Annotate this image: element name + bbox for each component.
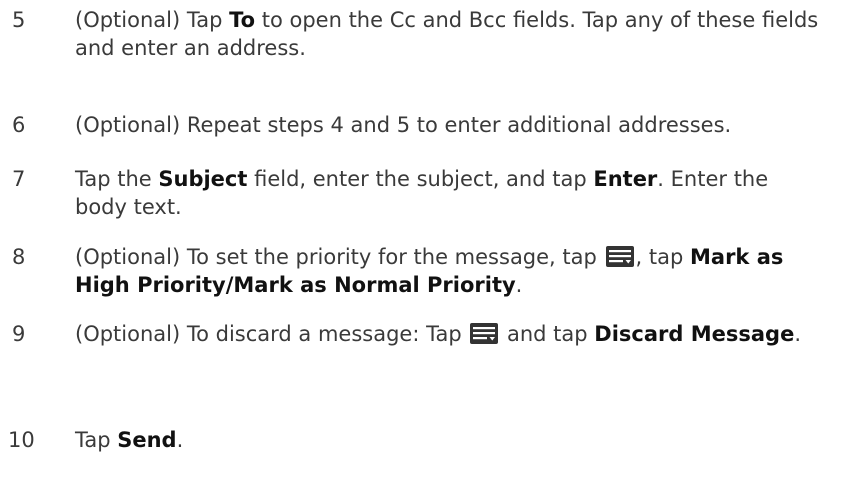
step-text: (Optional) Repeat steps 4 and 5 to enter… bbox=[75, 113, 732, 137]
step-number: 9 bbox=[12, 322, 26, 346]
enter-label: Enter bbox=[593, 167, 658, 191]
step-text: (Optional) Tap To to open the Cc and Bcc… bbox=[75, 8, 819, 60]
step-number: 5 bbox=[12, 8, 26, 32]
to-label: To bbox=[229, 8, 256, 32]
step-text: (Optional) To discard a message: Tap and… bbox=[75, 322, 802, 346]
discard-message-label: Discard Message bbox=[594, 322, 795, 346]
menu-icon bbox=[470, 323, 499, 344]
step-number: 7 bbox=[12, 167, 26, 191]
mark-normal-priority-label: Mark as Normal Priority bbox=[233, 273, 516, 297]
step-text: Tap the Subject field, enter the subject… bbox=[75, 167, 769, 219]
subject-label: Subject bbox=[158, 167, 248, 191]
send-label: Send bbox=[117, 428, 177, 452]
step-text: (Optional) To set the priority for the m… bbox=[75, 245, 784, 297]
step-number: 6 bbox=[12, 113, 26, 137]
step-number: 8 bbox=[12, 245, 26, 269]
menu-icon bbox=[605, 246, 634, 267]
step-number: 10 bbox=[8, 428, 35, 452]
step-text: Tap Send. bbox=[75, 428, 184, 452]
